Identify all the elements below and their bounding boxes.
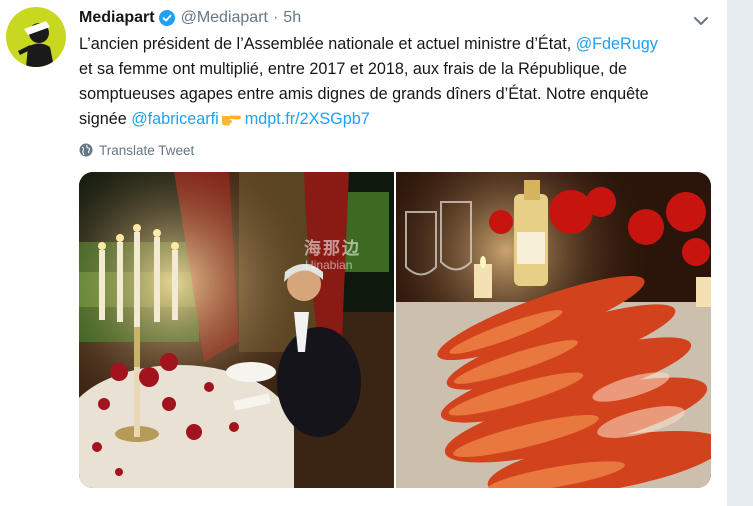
account-name[interactable]: Mediapart (79, 9, 155, 27)
mention-fderugy[interactable]: @FdeRugy (576, 35, 658, 53)
tweet-line-3: somptueuses agapes entre amis dignes de … (79, 85, 649, 103)
mention-fabricearfi[interactable]: @fabricearfi (131, 110, 219, 128)
watermark-sub: Hinabian (305, 258, 353, 272)
avatar[interactable] (6, 7, 66, 67)
tweet-text: L’ancien président de l’Assemblée nation… (79, 32, 719, 132)
translate-tweet-link[interactable]: Translate Tweet (79, 141, 194, 159)
short-link[interactable]: mdpt.fr/2XSGpb7 (245, 110, 370, 128)
tweet-header: Mediapart @Mediapart · 5h (79, 7, 301, 29)
tweet-text-segment: signée (79, 110, 132, 128)
scrollbar[interactable] (727, 0, 753, 506)
photo-lobster-platter[interactable] (396, 172, 711, 488)
pointing-hand-emoji (221, 109, 241, 126)
tweet-timestamp[interactable]: 5h (283, 9, 301, 27)
verified-badge-icon (158, 10, 175, 26)
account-handle[interactable]: @Mediapart (181, 9, 268, 27)
watermark: 海那边 (304, 239, 361, 258)
tweet-line-2: et sa femme ont multiplié, entre 2017 et… (79, 60, 628, 78)
tweet-media[interactable]: 海那边 Hinabian (79, 172, 711, 488)
tweet-text-segment: L’ancien président de l’Assemblée nation… (79, 35, 576, 53)
tweet-line-4: signée @fabricearfi mdpt.fr/2XSGpb7 (79, 107, 719, 132)
globe-icon (79, 143, 93, 157)
chevron-down-icon[interactable] (692, 12, 710, 30)
photo-dinner-table[interactable]: 海那边 Hinabian (79, 172, 394, 488)
separator-dot: · (272, 9, 279, 26)
tweet-line-1: L’ancien président de l’Assemblée nation… (79, 32, 719, 57)
translate-label[interactable]: Translate Tweet (99, 143, 194, 158)
